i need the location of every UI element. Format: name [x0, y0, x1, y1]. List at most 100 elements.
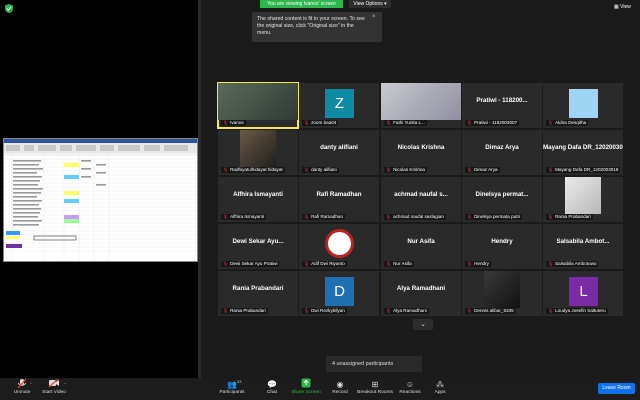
participant-name-label: 🎙 Radhiyatulhidayat hidayat [221, 167, 285, 173]
participant-name: Fathi Yunita L... [393, 120, 425, 125]
participant-name: achmad naufal saslagian [393, 214, 444, 219]
participant-tile[interactable]: 🎙 Aldira Desqitha [543, 83, 623, 128]
participant-name-label: 🎙 danty alifiani [302, 167, 339, 173]
meeting-toolbar: Unmute ^ Start Video ^ 👥 33 Participants… [0, 378, 640, 400]
participant-avatar: Z [325, 89, 354, 118]
participant-tile[interactable]: 🎙 Dennis alibar_5335 [462, 271, 542, 316]
participant-name: Dimaz Arya [474, 167, 498, 172]
participant-name-label: 🎙 Rania Prabandari [221, 308, 268, 314]
mic-off-icon: 🎙 [467, 261, 473, 266]
participant-tile[interactable]: Dimaz Arya 🎙 Dimaz Arya [462, 130, 542, 175]
split-divider[interactable] [198, 0, 201, 378]
participant-display-name: Nicolas Krishna [397, 144, 445, 151]
grid-view-icon: ▦ [614, 4, 619, 10]
participant-name: Radhiyatulhidayat hidayat [230, 167, 283, 172]
mic-off-icon: 🎙 [304, 167, 310, 172]
participant-tile[interactable]: Nur Asifa 🎙 Nur Asifa [381, 224, 461, 269]
participant-name-label: 🎙 achmad naufal saslagian [384, 214, 446, 220]
participants-button[interactable]: 👥 33 Participants [210, 378, 254, 400]
participant-name: Ivanos [230, 120, 244, 125]
participant-name-label: 🎙 Adif Dwi Riyanto [302, 261, 347, 267]
participant-name-label: 🎙 Fathi Yunita L... [384, 120, 427, 126]
participant-video [484, 271, 520, 308]
participant-avatar: L [569, 277, 598, 306]
participant-name-label: 🎙 Ivanos [221, 120, 246, 126]
security-shield-icon[interactable] [5, 4, 13, 13]
participant-tile[interactable]: Alfhira Ismayanti 🎙 Alfhira Ismayanti [218, 177, 298, 222]
participant-tile[interactable]: Pratiwi - 118200... 🎙 Pratiwi - 1182003007 [462, 83, 542, 128]
participant-tile[interactable]: 🎙 Fathi Yunita L... [381, 83, 461, 128]
shared-spreadsheet[interactable] [3, 138, 198, 262]
mic-off-icon: 🎙 [386, 308, 392, 313]
participant-tile[interactable]: 🎙 Radhiyatulhidayat hidayat [218, 130, 298, 175]
participant-display-name: Dinelsya permat... [475, 191, 529, 198]
participant-tile[interactable]: achmad naufal s... 🎙 achmad naufal saslagi… [381, 177, 461, 222]
participants-label: Participants [219, 390, 245, 395]
leave-room-button[interactable]: Leave Room [598, 383, 635, 394]
participant-tile[interactable]: Alya Ramadhani 🎙 Alya Ramadhani [381, 271, 461, 316]
view-button[interactable]: ▦ View [614, 4, 631, 10]
participant-tile[interactable]: Dewi Sekar Ayu... 🎙 Dewi Sekar Ayu Pratiwi [218, 224, 298, 269]
participant-tile[interactable]: 🎙 Adif Dwi Riyanto [299, 224, 379, 269]
participant-name-label: 🎙 Nicolas Krishna [384, 167, 427, 173]
mic-off-icon: 🎙 [467, 167, 473, 172]
participant-tile[interactable]: Z 🎙 zoom baa04 [299, 83, 379, 128]
participants-count: 33 [237, 379, 242, 384]
participant-display-name: Salsabila Ambot... [556, 238, 610, 245]
view-label: View [620, 4, 631, 10]
mic-off-icon: 🎙 [304, 120, 310, 125]
participant-name: Salsabila Ambotuwo [555, 261, 597, 266]
view-options-button[interactable]: View Options ▾ [349, 0, 391, 8]
mic-off-icon: 🎙 [548, 120, 554, 125]
participant-tile[interactable]: 🎙 Rania Prabandari [543, 177, 623, 222]
participant-tile[interactable]: 🎙 Ivanos [217, 82, 299, 129]
participant-display-name: Alya Ramadhani [396, 285, 446, 292]
mic-off-icon: 🎙 [223, 261, 229, 266]
participant-display-name: Mayang Dafa DR_1202003018 [543, 144, 623, 151]
viewing-screen-banner: You are viewing Ivanos' screen [260, 0, 343, 8]
participant-tile[interactable]: Rania Prabandari 🎙 Rania Prabandari [218, 271, 298, 316]
mic-off-icon: 🎙 [304, 308, 310, 313]
participant-name-label: 🎙 Mayang Dafa DR_1202003018 [546, 167, 621, 173]
participant-name-label: 🎙 Alya Ramadhani [384, 308, 429, 314]
participant-avatar: D [325, 277, 354, 306]
participant-avatar [569, 89, 598, 118]
mic-off-icon: 🎙 [386, 261, 392, 266]
participant-name-label: 🎙 Dwi Rezkybilyan [302, 308, 347, 314]
participant-name-label: 🎙 Dimaz Arya [465, 167, 500, 173]
unassigned-participants[interactable]: 4 unassigned participants [326, 356, 422, 372]
participant-name: danty alifiani [311, 167, 337, 172]
participant-display-name: Dimaz Arya [485, 144, 519, 151]
participant-tile[interactable]: Salsabila Ambot... 🎙 Salsabila Ambotuwo [543, 224, 623, 269]
participant-name-label: 🎙 Hendry [465, 261, 491, 267]
participant-tile[interactable]: Nicolas Krishna 🎙 Nicolas Krishna [381, 130, 461, 175]
next-page-button[interactable]: ⌄ [413, 319, 433, 330]
participant-name-label: 🎙 Rania Prabandari [546, 214, 593, 220]
mic-off-icon: 🎙 [223, 120, 229, 125]
participant-tile[interactable]: Rafi Ramadhan 🎙 Rafi Ramadhan [299, 177, 379, 222]
participant-tile[interactable]: L 🎙 Loudya Josefin Saltuteru [543, 271, 623, 316]
participant-name: Nicolas Krishna [393, 167, 425, 172]
start-video-button[interactable]: Start Video ^ [32, 378, 76, 400]
participant-name-label: 🎙 Dewi Sekar Ayu Pratiwi [221, 261, 280, 267]
participant-name-label: 🎙 Loudya Josefin Saltuteru [546, 308, 608, 314]
mic-off-icon: 🎙 [223, 167, 229, 172]
close-icon[interactable]: × [372, 14, 376, 20]
participant-display-name: Pratiwi - 118200... [476, 97, 528, 104]
participant-display-name: Alfhira Ismayanti [233, 191, 283, 198]
mic-off-icon: 🎙 [548, 167, 554, 172]
mic-off-icon: 🎙 [386, 167, 392, 172]
apps-button[interactable]: ⁂ Apps [418, 378, 462, 400]
participant-tile[interactable]: Hendry 🎙 Hendry [462, 224, 542, 269]
participant-tile[interactable]: Dinelsya permat... 🎙 Dinelsya permata putr… [462, 177, 542, 222]
participant-display-name: Dewi Sekar Ayu... [232, 238, 284, 245]
mic-off-icon: 🎙 [304, 261, 310, 266]
participant-tile[interactable]: Mayang Dafa DR_1202003018 🎙 Mayang Dafa DR… [543, 130, 623, 175]
mic-off-icon: 🎙 [548, 261, 554, 266]
caret-up-icon[interactable]: ^ [64, 381, 66, 386]
participant-tile[interactable]: danty alifiani 🎙 danty alifiani [299, 130, 379, 175]
participant-tile[interactable]: D 🎙 Dwi Rezkybilyan [299, 271, 379, 316]
mic-off-icon: 🎙 [548, 214, 554, 219]
mic-off-icon: 🎙 [467, 120, 473, 125]
participant-name-label: 🎙 Nur Asifa [384, 261, 414, 267]
